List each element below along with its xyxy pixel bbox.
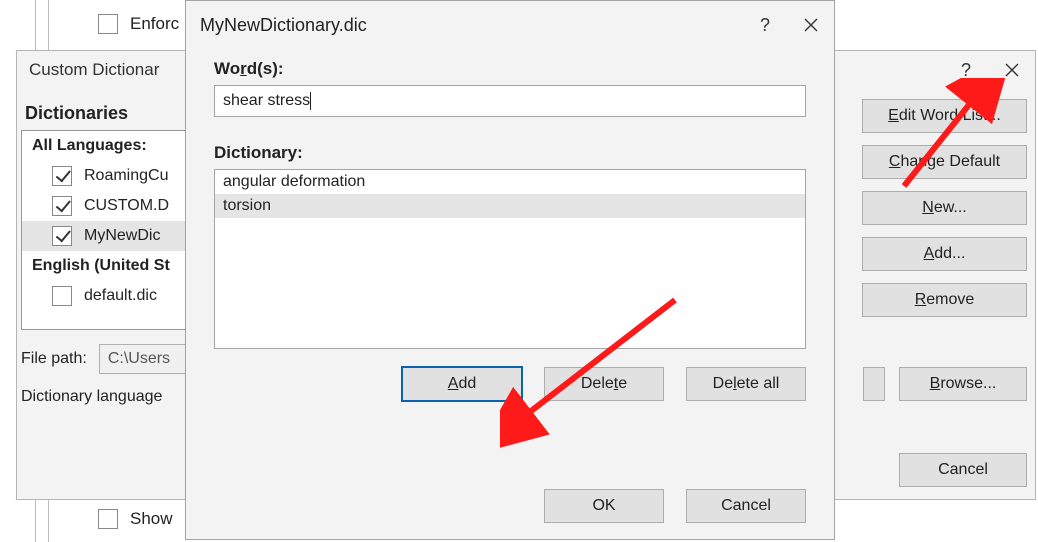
words-label: Word(s): — [214, 59, 806, 79]
dialog-title: MyNewDictionary.dic — [200, 15, 742, 36]
file-path-extra-button[interactable] — [863, 367, 885, 401]
close-icon — [804, 18, 818, 32]
checkbox-icon[interactable] — [98, 509, 118, 529]
checkbox-icon[interactable] — [52, 226, 72, 246]
cancel-button[interactable]: Cancel — [686, 489, 806, 523]
delete-all-button[interactable]: Delete all — [686, 367, 806, 401]
text-caret — [310, 92, 311, 110]
bg-option-label: Show — [130, 509, 173, 529]
file-path-label: File path: — [21, 350, 87, 368]
ok-button[interactable]: OK — [544, 489, 664, 523]
checkbox-icon[interactable] — [52, 166, 72, 186]
add-word-button[interactable]: Add — [402, 367, 522, 401]
delete-word-button[interactable]: Delete — [544, 367, 664, 401]
close-button[interactable] — [788, 6, 834, 44]
checkbox-icon[interactable] — [52, 286, 72, 306]
dictionary-entries-list[interactable]: angular deformation torsion — [214, 169, 806, 349]
word-input[interactable]: shear stress — [214, 85, 806, 117]
close-button[interactable] — [989, 51, 1035, 89]
dict-item-label: RoamingCu — [84, 167, 168, 185]
checkbox-icon[interactable] — [98, 14, 118, 34]
list-item[interactable]: angular deformation — [215, 170, 805, 194]
remove-dictionary-button[interactable]: Remove — [862, 283, 1027, 317]
list-item[interactable]: torsion — [215, 194, 805, 218]
change-default-button[interactable]: Change Default — [862, 145, 1027, 179]
bg-option-label: Enforc — [130, 14, 179, 34]
edit-word-list-button[interactable]: Edit Word List... — [862, 99, 1027, 133]
cancel-button-bg[interactable]: Cancel — [899, 453, 1027, 487]
file-path-value: C:\Users — [108, 350, 170, 368]
bg-option-show[interactable]: Show — [98, 509, 173, 529]
close-icon — [1005, 63, 1019, 77]
dictionary-list-label: Dictionary: — [214, 143, 806, 163]
add-dictionary-button[interactable]: Add... — [862, 237, 1027, 271]
dict-item-label: default.dic — [84, 287, 157, 305]
titlebar: MyNewDictionary.dic ? — [186, 1, 834, 49]
help-button[interactable]: ? — [742, 6, 788, 44]
list-item-label: torsion — [223, 197, 271, 214]
edit-dictionary-dialog: MyNewDictionary.dic ? Word(s): shear str… — [185, 0, 835, 540]
dict-item-label: CUSTOM.D — [84, 197, 169, 215]
browse-button[interactable]: Browse... — [899, 367, 1027, 401]
list-item-label: angular deformation — [223, 173, 365, 190]
dictionary-language-label: Dictionary language — [21, 388, 162, 405]
bg-option-enforce[interactable]: Enforc — [98, 14, 179, 34]
checkbox-icon[interactable] — [52, 196, 72, 216]
dict-item-label: MyNewDic — [84, 227, 160, 245]
help-button[interactable]: ? — [943, 51, 989, 89]
word-input-value: shear stress — [223, 92, 310, 110]
new-dictionary-button[interactable]: New... — [862, 191, 1027, 225]
